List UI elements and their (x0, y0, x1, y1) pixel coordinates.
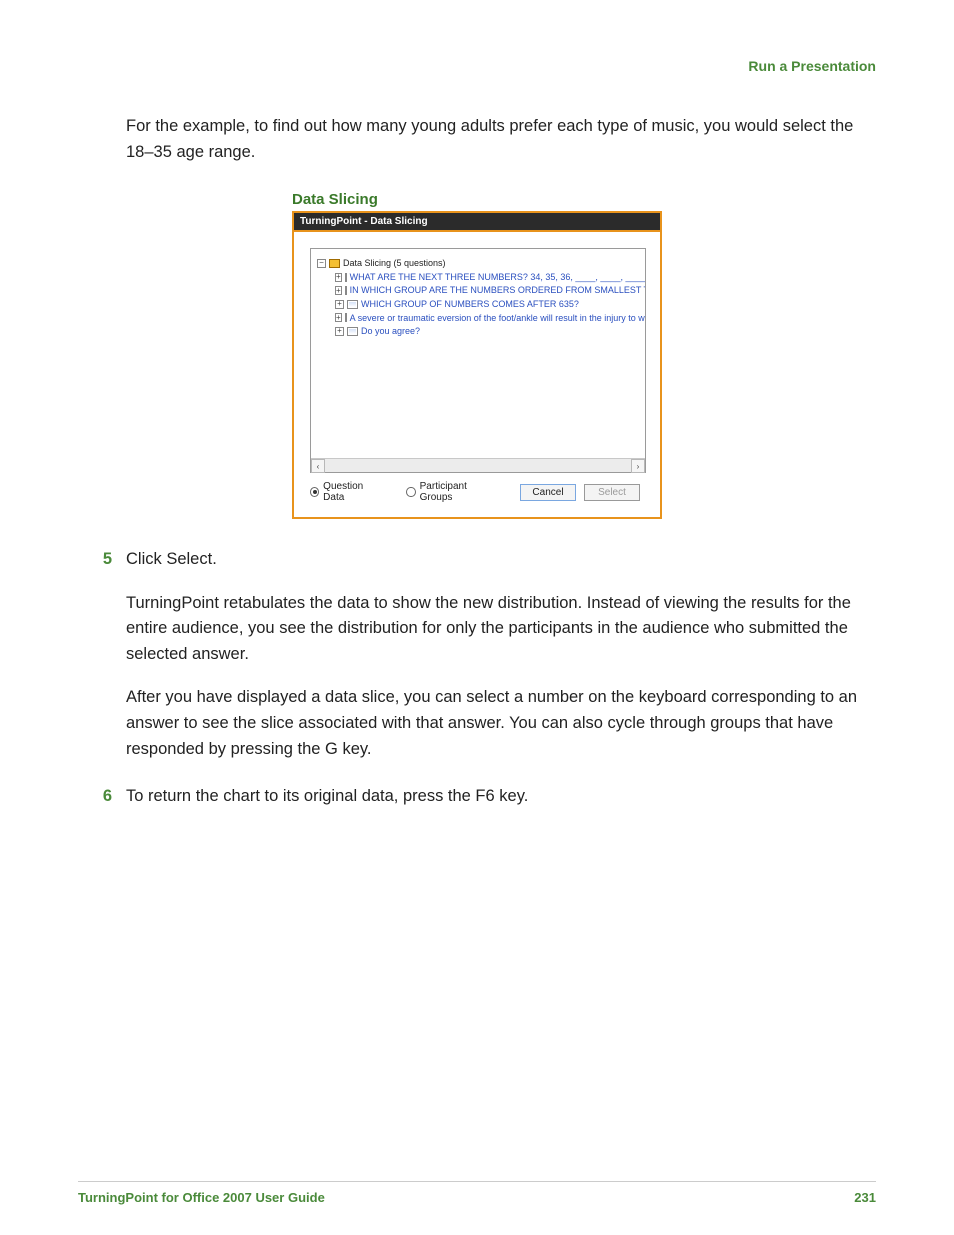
tree-item[interactable]: + WHICH GROUP OF NUMBERS COMES AFTER 635… (335, 298, 639, 311)
expand-icon[interactable]: + (335, 327, 344, 336)
intro-paragraph: For the example, to find out how many yo… (126, 114, 876, 165)
page-number: 231 (854, 1190, 876, 1205)
question-icon (347, 327, 358, 336)
tree-pane: − Data Slicing (5 questions) + WHAT ARE … (310, 248, 646, 473)
tree-item-label: A severe or traumatic eversion of the fo… (350, 312, 645, 325)
dialog-title-bar: TurningPoint - Data Slicing (294, 213, 660, 232)
dialog-buttons: Cancel Select (520, 484, 644, 501)
step-number: 6 (78, 784, 126, 810)
footer-title: TurningPoint for Office 2007 User Guide (78, 1190, 325, 1205)
step-5: 5 Click Select. (78, 547, 876, 573)
scrollbar-track[interactable] (325, 459, 631, 472)
tree-item-label: Do you agree? (361, 325, 420, 338)
figure-title: Data Slicing (292, 191, 662, 208)
step-6: 6 To return the chart to its original da… (78, 784, 876, 810)
tree-item-label: WHAT ARE THE NEXT THREE NUMBERS? 34, 35,… (350, 271, 645, 284)
tree-item[interactable]: + IN WHICH GROUP ARE THE NUMBERS ORDERED… (335, 284, 639, 297)
question-icon (345, 313, 347, 322)
cancel-button[interactable]: Cancel (520, 484, 576, 501)
step-title: To return the chart to its original data… (126, 784, 876, 810)
tree-item-label: IN WHICH GROUP ARE THE NUMBERS ORDERED F… (350, 284, 645, 297)
scroll-left-icon[interactable]: ‹ (311, 459, 325, 473)
tree-item[interactable]: + WHAT ARE THE NEXT THREE NUMBERS? 34, 3… (335, 271, 639, 284)
step-number: 5 (78, 547, 126, 573)
radio-label: Question Data (323, 481, 380, 503)
header-section-title: Run a Presentation (748, 58, 876, 74)
tree-root-label: Data Slicing (5 questions) (343, 257, 446, 270)
expand-icon[interactable]: + (335, 300, 344, 309)
question-icon (347, 300, 358, 309)
radio-label: Participant Groups (420, 481, 494, 503)
expand-icon[interactable]: + (335, 286, 342, 295)
collapse-icon[interactable]: − (317, 259, 326, 268)
dialog-footer: Question Data Participant Groups Cancel … (310, 473, 644, 507)
step-5-paragraph-1: TurningPoint retabulates the data to sho… (126, 591, 876, 668)
figure-container: Data Slicing TurningPoint - Data Slicing… (78, 191, 876, 519)
tree-item[interactable]: + Do you agree? (335, 325, 639, 338)
expand-icon[interactable]: + (335, 273, 342, 282)
step-5-paragraph-2: After you have displayed a data slice, y… (126, 685, 876, 762)
dialog-body: − Data Slicing (5 questions) + WHAT ARE … (294, 232, 660, 517)
tree-content: − Data Slicing (5 questions) + WHAT ARE … (311, 249, 645, 346)
select-button[interactable]: Select (584, 484, 640, 501)
scroll-right-icon[interactable]: › (631, 459, 645, 473)
folder-icon (329, 259, 340, 268)
figure: Data Slicing TurningPoint - Data Slicing… (292, 191, 662, 519)
question-icon (345, 273, 347, 282)
horizontal-scrollbar[interactable]: ‹ › (311, 458, 645, 472)
radio-participant-groups[interactable]: Participant Groups (406, 481, 494, 503)
tree-item[interactable]: + A severe or traumatic eversion of the … (335, 312, 639, 325)
tree-item-label: WHICH GROUP OF NUMBERS COMES AFTER 635? (361, 298, 579, 311)
radio-unchecked-icon (406, 487, 415, 497)
page: { "header": { "section": "Run a Presenta… (0, 0, 954, 1235)
dialog-window: TurningPoint - Data Slicing − Data Slici… (292, 211, 662, 519)
question-icon (345, 286, 347, 295)
radio-question-data[interactable]: Question Data (310, 481, 380, 503)
tree-root[interactable]: − Data Slicing (5 questions) (317, 257, 639, 270)
step-title: Click Select. (126, 547, 876, 573)
radio-checked-icon (310, 487, 319, 497)
expand-icon[interactable]: + (335, 313, 342, 322)
page-footer: TurningPoint for Office 2007 User Guide … (78, 1181, 876, 1205)
